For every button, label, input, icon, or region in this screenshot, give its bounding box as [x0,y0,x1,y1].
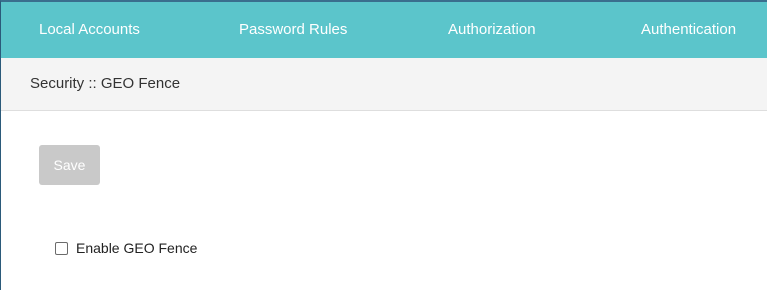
tab-authentication[interactable]: Authentication [641,2,736,58]
breadcrumb: Security :: GEO Fence [30,75,181,92]
enable-geo-fence-row[interactable]: Enable GEO Fence [55,238,197,258]
tab-password-rules[interactable]: Password Rules [239,2,347,58]
breadcrumb-bar: Security :: GEO Fence [1,58,767,111]
tab-authorization[interactable]: Authorization [448,2,536,58]
save-button[interactable]: Save [39,145,100,185]
top-tab-bar: Local Accounts Password Rules Authorizat… [1,2,767,58]
tab-local-accounts[interactable]: Local Accounts [39,2,140,58]
app-window: Local Accounts Password Rules Authorizat… [0,0,767,290]
enable-geo-fence-checkbox[interactable] [55,241,68,255]
enable-geo-fence-label[interactable]: Enable GEO Fence [76,240,197,256]
